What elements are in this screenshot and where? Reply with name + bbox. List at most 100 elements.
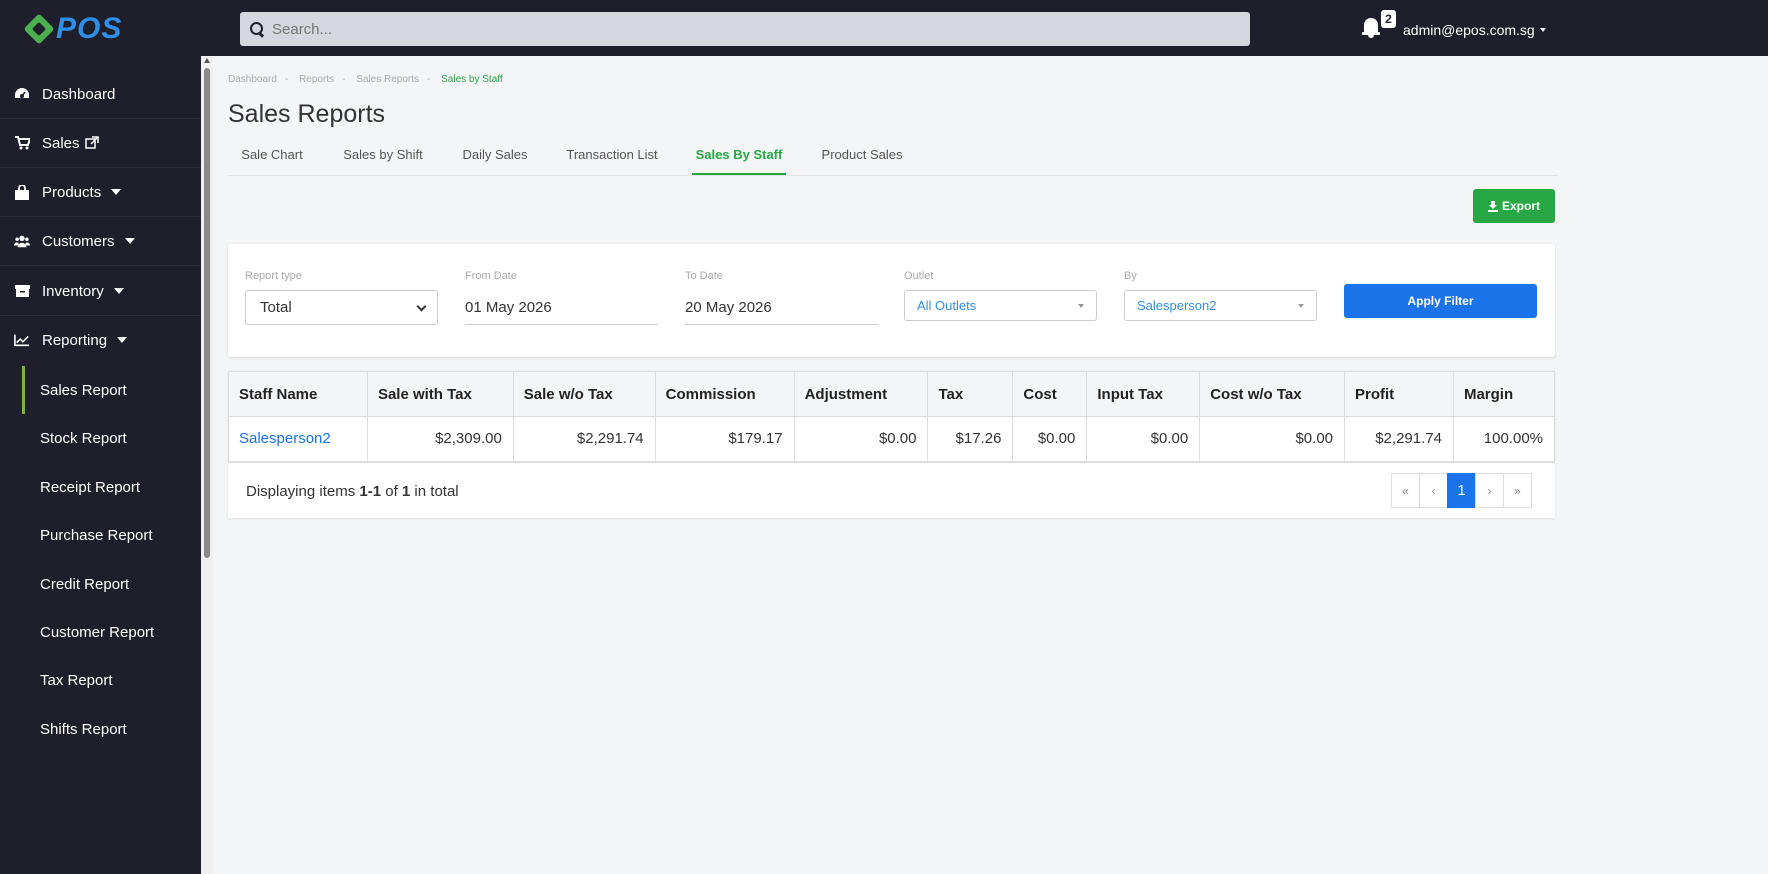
col-tax[interactable]: Tax	[927, 371, 1014, 417]
cart-icon	[14, 135, 30, 151]
col-staff-name[interactable]: Staff Name	[228, 371, 368, 417]
col-cost[interactable]: Cost	[1012, 371, 1088, 417]
sidebar-sub-label: Credit Report	[40, 575, 130, 593]
sidebar-sub-credit-report[interactable]: Credit Report	[0, 560, 201, 608]
items-summary: Displaying items 1-1 of 1 in total	[246, 483, 459, 500]
first-page-button[interactable]: «	[1391, 473, 1420, 508]
sidebar-item-inventory[interactable]: Inventory	[0, 267, 201, 315]
sidebar-sub-label: Tax Report	[40, 671, 113, 689]
col-margin[interactable]: Margin	[1452, 371, 1556, 417]
next-page-button[interactable]: ›	[1475, 473, 1504, 508]
breadcrumb-dashboard[interactable]: Dashboard	[228, 74, 277, 85]
user-menu[interactable]: admin@epos.com.sg	[1403, 22, 1546, 38]
outlet-select[interactable]: All Outlets	[904, 290, 1097, 321]
caret-down-icon	[113, 288, 124, 294]
table-header-row: Staff Name Sale with Tax Sale w/o Tax Co…	[228, 371, 1556, 417]
summary-of: of	[381, 483, 402, 500]
tab-product-sales[interactable]: Product Sales	[812, 138, 912, 175]
breadcrumb-reports[interactable]: Reports	[299, 74, 334, 85]
export-button[interactable]: Export	[1473, 189, 1555, 223]
breadcrumb-sales-reports[interactable]: Sales Reports	[356, 74, 419, 85]
sidebar-sub-label: Receipt Report	[40, 478, 141, 496]
export-label: Export	[1501, 199, 1540, 213]
tab-sales-by-staff[interactable]: Sales By Staff	[692, 138, 786, 175]
external-link-icon	[84, 136, 99, 150]
col-commission[interactable]: Commission	[654, 371, 795, 417]
tab-daily-sales[interactable]: Daily Sales	[450, 138, 540, 175]
report-type-value: Total	[260, 299, 292, 316]
sidebar-item-dashboard[interactable]: Dashboard	[0, 70, 201, 118]
tab-sale-chart[interactable]: Sale Chart	[228, 138, 316, 175]
users-icon	[14, 233, 30, 249]
cell-tax: $17.26	[927, 416, 1014, 463]
notification-badge: 2	[1381, 10, 1396, 28]
by-label: By	[1124, 270, 1137, 282]
sidebar-sub-customer-report[interactable]: Customer Report	[0, 608, 201, 656]
tab-transaction-list[interactable]: Transaction List	[558, 138, 666, 175]
sidebar-item-customers[interactable]: Customers	[0, 217, 201, 265]
logo-mark-icon	[23, 13, 55, 45]
sidebar-item-label: Sales	[42, 134, 80, 152]
scrollbar-thumb[interactable]	[204, 68, 210, 558]
col-cost-wo-tax[interactable]: Cost w/o Tax	[1199, 371, 1346, 417]
summary-total: 1	[401, 483, 411, 500]
col-sale-wo-tax[interactable]: Sale w/o Tax	[512, 371, 656, 417]
col-sale-with-tax[interactable]: Sale with Tax	[366, 371, 514, 417]
col-input-tax[interactable]: Input Tax	[1086, 371, 1201, 417]
caret-down-icon	[111, 189, 122, 195]
report-type-select[interactable]: Total	[245, 290, 438, 325]
sidebar-sub-label: Stock Report	[40, 429, 127, 447]
summary-range: 1-1	[359, 483, 382, 500]
download-icon	[1487, 201, 1498, 212]
prev-page-button[interactable]: ‹	[1419, 473, 1448, 508]
bell-icon[interactable]	[1362, 18, 1380, 38]
caret-down-icon	[1298, 304, 1304, 308]
sidebar-sub-shifts-report[interactable]: Shifts Report	[0, 705, 201, 753]
sidebar-sub-label: Purchase Report	[40, 526, 153, 544]
by-select[interactable]: Salesperson2	[1124, 290, 1317, 321]
cell-cost: $0.00	[1012, 416, 1088, 463]
sidebar-item-label: Customers	[42, 232, 115, 250]
top-bar: POS 2 admin@epos.com.sg	[0, 0, 1768, 56]
staff-name-link[interactable]: Salesperson2	[228, 416, 368, 463]
staff-sales-table: Staff Name Sale with Tax Sale w/o Tax Co…	[228, 371, 1556, 463]
tab-sales-by-shift[interactable]: Sales by Shift	[334, 138, 432, 175]
epos-logo[interactable]: POS	[23, 12, 128, 46]
sidebar-sub-receipt-report[interactable]: Receipt Report	[0, 463, 201, 511]
pagination: « ‹ 1 › »	[1391, 473, 1532, 508]
filter-card: Report type Total From Date 01 May 2026 …	[228, 244, 1555, 357]
page-1-button[interactable]: 1	[1447, 473, 1476, 508]
sidebar-item-reporting[interactable]: Reporting	[0, 316, 201, 364]
col-profit[interactable]: Profit	[1344, 371, 1454, 417]
page-title: Sales Reports	[228, 100, 386, 128]
sidebar-item-label: Products	[42, 183, 102, 201]
scroll-up-icon[interactable]	[204, 58, 210, 63]
chevron-down-icon	[416, 301, 427, 312]
sidebar-sub-purchase-report[interactable]: Purchase Report	[0, 511, 201, 559]
to-date-label: To Date	[685, 270, 723, 282]
sidebar: Dashboard Sales Products Customers Inven…	[0, 56, 201, 874]
last-page-button[interactable]: »	[1503, 473, 1532, 508]
sidebar-sub-sales-report[interactable]: Sales Report	[0, 366, 201, 414]
sidebar-item-products[interactable]: Products	[0, 168, 201, 216]
search-input[interactable]	[272, 20, 1172, 38]
dashboard-icon	[14, 86, 30, 102]
caret-down-icon	[1078, 304, 1084, 308]
breadcrumb-current: Sales by Staff	[441, 74, 503, 85]
caret-down-icon	[1539, 28, 1546, 32]
user-email: admin@epos.com.sg	[1403, 22, 1535, 38]
sidebar-scrollbar[interactable]	[201, 56, 213, 874]
apply-filter-button[interactable]: Apply Filter	[1344, 284, 1537, 318]
sidebar-sub-stock-report[interactable]: Stock Report	[0, 414, 201, 462]
search-bar[interactable]	[240, 12, 1250, 46]
report-type-label: Report type	[245, 270, 302, 282]
cell-profit: $2,291.74	[1344, 416, 1454, 463]
sidebar-item-sales[interactable]: Sales	[0, 119, 201, 167]
from-date-input[interactable]: 01 May 2026	[465, 290, 658, 325]
summary-prefix: Displaying items	[246, 483, 360, 500]
sidebar-sub-label: Sales Report	[40, 381, 127, 399]
sidebar-sub-tax-report[interactable]: Tax Report	[0, 656, 201, 704]
col-adjustment[interactable]: Adjustment	[793, 371, 929, 417]
box-icon	[14, 283, 30, 299]
to-date-input[interactable]: 20 May 2026	[685, 290, 878, 325]
